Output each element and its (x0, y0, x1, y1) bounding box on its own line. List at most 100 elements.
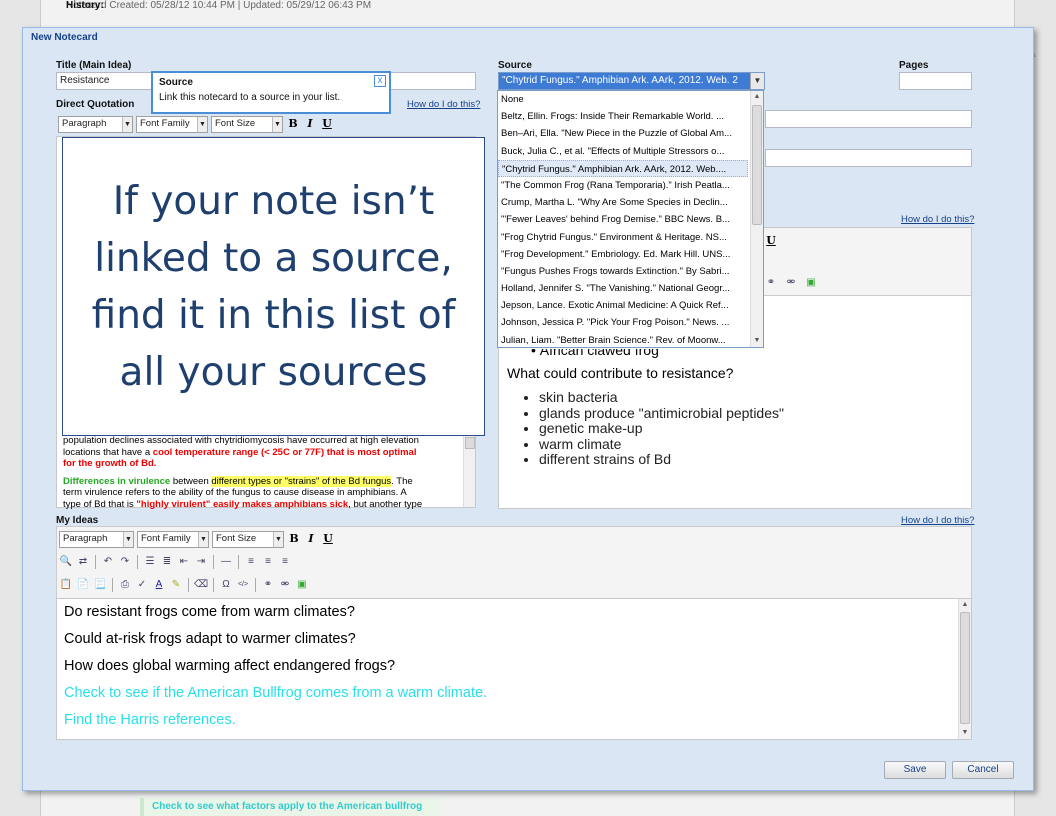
how-link-ideas[interactable]: How do I do this? (901, 515, 974, 526)
align-center-icon[interactable]: ≡ (261, 555, 275, 569)
notes-list: skin bacteria glands produce "antimicrob… (507, 389, 784, 468)
align-left-icon[interactable]: ≡ (244, 555, 258, 569)
ideas-toolbar-row3: 📋 📄 📃 ⎙ ✓ A ✎ ⌫ Ω </> ⚭ ⚮ ▣ (59, 574, 309, 596)
text-color-icon[interactable]: A (152, 578, 166, 592)
list-item: skin bacteria (539, 389, 784, 406)
source-option[interactable]: Beltz, Ellin. Frogs: Inside Their Remark… (498, 108, 748, 125)
source-option[interactable]: "Frog Development." Embriology. Ed. Mark… (498, 246, 748, 263)
horizontal-rule-icon[interactable]: — (219, 555, 233, 569)
font-family-select[interactable]: Font Family ▼ (136, 115, 208, 133)
ideas-scroll-thumb[interactable] (960, 612, 970, 724)
annotation-callout: If your note isn’t linked to a source, f… (62, 137, 485, 436)
scroll-up-icon[interactable]: ▲ (751, 91, 763, 103)
link-icon[interactable]: ⚭ (261, 578, 275, 592)
list-item: different strains of Bd (539, 451, 784, 468)
tooltip-body: Link this notecard to a source in your l… (159, 92, 341, 103)
undo-icon[interactable]: ↶ (101, 555, 115, 569)
scroll-down-icon[interactable]: ▼ (751, 335, 763, 347)
quotation-scroll-thumb[interactable] (465, 437, 475, 449)
font-family-select[interactable]: Font Family ▼ (137, 530, 209, 548)
paste-icon[interactable]: 📋 (59, 578, 73, 592)
unlink-icon[interactable]: ⚮ (278, 578, 292, 592)
ideas-toolbar-area: Paragraph ▼ Font Family ▼ Font Size ▼ B I U… (56, 526, 972, 599)
title-label: Title (Main Idea) (56, 60, 132, 71)
source-option[interactable]: Crump, Martha L. "Why Are Some Species i… (498, 194, 748, 211)
underline-button[interactable]: U (320, 117, 334, 131)
ideas-scrollbar[interactable]: ▲ ▼ (958, 599, 971, 739)
source-select[interactable]: "Chytrid Fungus." Amphibian Ark. AArk, 2… (498, 72, 765, 90)
paste-word-icon[interactable]: 📃 (93, 578, 107, 592)
list-item: genetic make-up (539, 420, 784, 437)
outdent-icon[interactable]: ⇤ (177, 555, 191, 569)
how-link-notes[interactable]: How do I do this? (901, 214, 974, 225)
save-button[interactable]: Save (884, 761, 946, 779)
replace-icon[interactable]: ⇄ (76, 555, 90, 569)
dropdown-scrollbar[interactable]: ▲ ▼ (750, 91, 763, 347)
omega-icon[interactable]: Ω (219, 578, 233, 592)
highlight-color-icon[interactable]: ✎ (169, 578, 183, 592)
quote-line: type of Bd that is "highly virulent" eas… (63, 498, 423, 510)
source-option[interactable]: Johnson, Jessica P. "Pick Your Frog Pois… (498, 314, 748, 331)
close-icon[interactable]: x (374, 75, 386, 87)
pages-input[interactable] (899, 72, 972, 90)
source-option[interactable]: Ben–Ari, Ella. "New Piece in the Puzzle … (498, 125, 748, 142)
bullet-list-icon[interactable]: ☰ (143, 555, 157, 569)
source-option-selected[interactable]: "Chytrid Fungus." Amphibian Ark. AArk, 2… (498, 159, 748, 177)
list-item: warm climate (539, 436, 784, 453)
source-option[interactable]: Holland, Jennifer S. "The Vanishing." Na… (498, 280, 748, 297)
dialog-title: New Notecard (31, 32, 98, 43)
image-icon[interactable]: ▣ (295, 578, 309, 592)
find-icon[interactable]: 🔍 (59, 555, 73, 569)
ideas-line: How does global warming affect endangere… (64, 658, 396, 674)
underline-button[interactable]: U (764, 234, 778, 248)
how-link-quotation[interactable]: How do I do this? (407, 99, 480, 110)
source-option[interactable]: "The Common Frog (Rana Temporaria)." Iri… (498, 177, 748, 194)
scroll-up-icon[interactable]: ▲ (959, 599, 971, 611)
font-size-select[interactable]: Font Size ▼ (212, 530, 284, 548)
redo-icon[interactable]: ↷ (118, 555, 132, 569)
direct-quotation-label: Direct Quotation (56, 99, 135, 110)
html-icon[interactable]: </> (236, 578, 250, 592)
font-size-select[interactable]: Font Size ▼ (211, 115, 283, 133)
ideas-editor[interactable]: Do resistant frogs come from warm climat… (56, 598, 972, 740)
link-icon[interactable]: ⚭ (764, 276, 778, 290)
source-option[interactable]: Buck, Julia C., et al. "Effects of Multi… (498, 143, 748, 160)
source-option[interactable]: Julian, Liam. "Better Brain Science." Re… (498, 332, 748, 347)
paragraph-select[interactable]: Paragraph ▼ (58, 115, 133, 133)
bold-button[interactable]: B (287, 532, 301, 546)
source-option[interactable]: None (498, 91, 748, 108)
paragraph-select[interactable]: Paragraph ▼ (59, 530, 134, 548)
source-option[interactable]: Jepson, Lance. Exotic Animal Medicine: A… (498, 297, 748, 314)
divider (95, 555, 96, 569)
paste-text-icon[interactable]: 📄 (76, 578, 90, 592)
extra-field-2[interactable] (765, 149, 972, 167)
spellcheck-icon[interactable]: ✓ (135, 578, 149, 592)
bold-button[interactable]: B (286, 117, 300, 131)
unlink-icon[interactable]: ⚮ (784, 276, 798, 290)
underline-button[interactable]: U (321, 532, 335, 546)
divider (238, 555, 239, 569)
background-note: Check to see what factors apply to the A… (140, 798, 440, 816)
extra-field-1[interactable] (765, 110, 972, 128)
source-option[interactable]: "Fungus Pushes Frogs towards Extinction.… (498, 263, 748, 280)
divider (137, 555, 138, 569)
indent-icon[interactable]: ⇥ (194, 555, 208, 569)
align-right-icon[interactable]: ≡ (278, 555, 292, 569)
source-option[interactable]: "'Fewer Leaves' behind Frog Demise." BBC… (498, 211, 748, 228)
image-icon[interactable]: ▣ (804, 276, 818, 290)
eraser-icon[interactable]: ⌫ (194, 578, 208, 592)
cancel-button[interactable]: Cancel (952, 761, 1014, 779)
divider (213, 555, 214, 569)
notes-question: What could contribute to resistance? (507, 365, 734, 381)
ideas-toolbar-row2: 🔍 ⇄ ↶ ↷ ☰ ≣ ⇤ ⇥ — ≡ ≡ ≡ (59, 551, 292, 573)
print-icon[interactable]: ⎙ (118, 578, 132, 592)
list-item: glands produce "antimicrobial peptides" (539, 405, 784, 422)
italic-button[interactable]: I (304, 532, 318, 546)
source-dropdown-list[interactable]: None Beltz, Ellin. Frogs: Inside Their R… (497, 90, 764, 348)
scroll-down-icon[interactable]: ▼ (959, 727, 971, 739)
italic-button[interactable]: I (303, 117, 317, 131)
chevron-down-icon[interactable]: ▼ (750, 73, 764, 89)
source-option[interactable]: "Frog Chytrid Fungus." Environment & Her… (498, 229, 748, 246)
dropdown-scroll-thumb[interactable] (752, 105, 762, 225)
numbered-list-icon[interactable]: ≣ (160, 555, 174, 569)
